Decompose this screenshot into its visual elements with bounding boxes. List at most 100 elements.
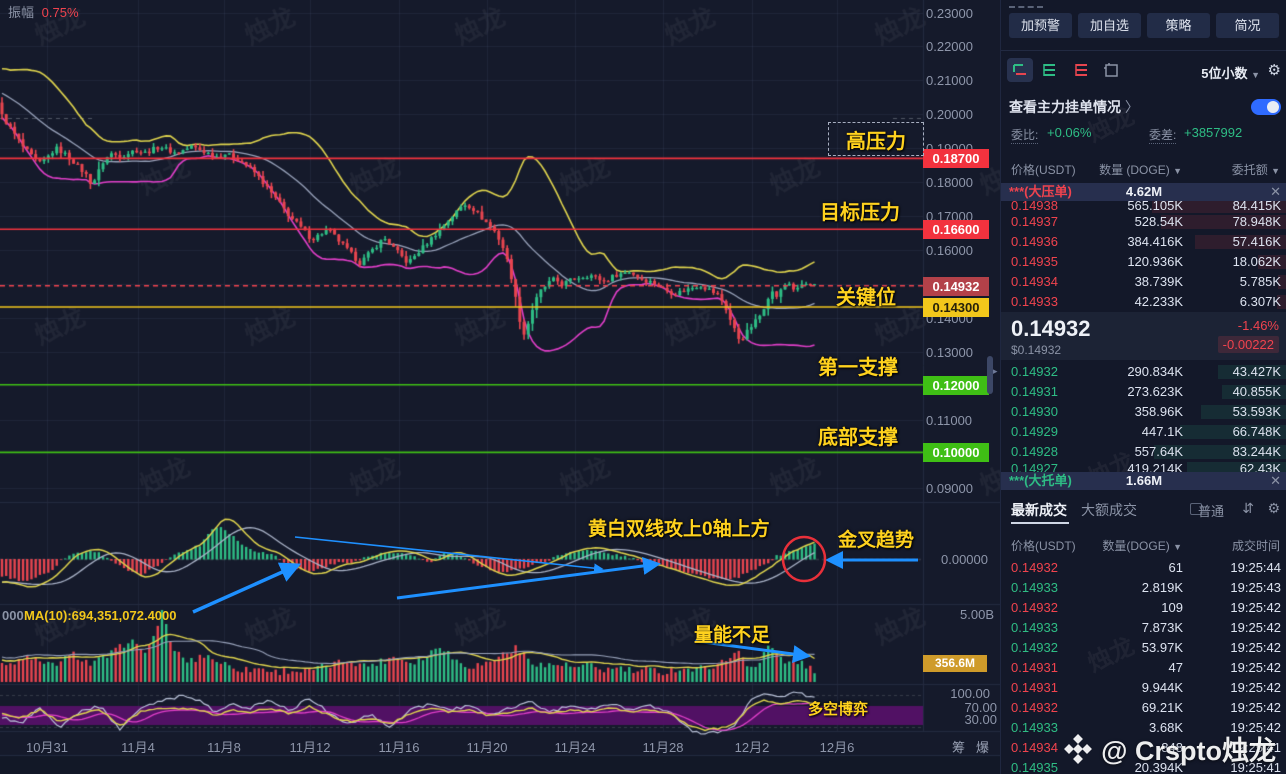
order-book-row[interactable]: 0.14936 384.416K 57.416K — [1001, 232, 1286, 252]
book-mode-buy-icon[interactable] — [1042, 62, 1058, 78]
chevron-right-icon: 〉 — [1121, 99, 1139, 115]
axis-scroll-arrow-icon[interactable]: ▸ — [993, 366, 998, 377]
normal-checkbox-label: 普通 — [1197, 504, 1224, 519]
panel-button-3[interactable]: 策略 — [1147, 13, 1210, 38]
book-mode-sell-icon[interactable] — [1074, 62, 1090, 78]
gear-icon[interactable]: ⚙ — [1268, 61, 1281, 79]
volume-axis-badge: 356.6M — [923, 655, 987, 672]
book-price: 0.14935 — [1011, 254, 1058, 269]
main-orders-toggle[interactable] — [1251, 99, 1281, 115]
order-book-row[interactable]: 0.14935 120.936K 18.062K — [1001, 252, 1286, 272]
panel-button-1[interactable]: 加预警 — [1009, 13, 1072, 38]
annotation-text: 关键位 — [836, 287, 896, 309]
gear-icon[interactable]: ⚙ — [1267, 500, 1280, 517]
last-price-block: 0.14932 $0.14932 -1.46% -0.00222 — [1001, 312, 1286, 360]
book-amount: 6.307K — [1239, 294, 1281, 309]
trade-row[interactable]: 0.14933 7.873K 19:25:42 — [1001, 618, 1286, 638]
book-header-qty[interactable]: 数量 (DOGE) ▼ — [1099, 161, 1182, 178]
trade-time: 19:25:42 — [1230, 600, 1281, 615]
close-icon[interactable]: ✕ — [1270, 472, 1281, 490]
trade-price: 0.14933 — [1011, 580, 1058, 595]
trade-time: 19:25:42 — [1230, 640, 1281, 655]
level-badge: 0.18700 — [923, 149, 989, 168]
high-pressure-label: 高压力 — [846, 130, 906, 153]
last-price-usd: $0.14932 — [1011, 343, 1062, 357]
truncated-row-dashes — [1009, 6, 1043, 8]
trade-time: 19:25:42 — [1230, 620, 1281, 635]
add-panel-icon[interactable] — [1103, 62, 1119, 78]
trade-price: 0.14932 — [1011, 600, 1058, 615]
date-axis-tick: 12月6 — [819, 740, 855, 755]
change-value: -0.00222 — [1217, 336, 1279, 353]
order-book-row[interactable]: 0.14933 42.233K 6.307K — [1001, 292, 1286, 312]
book-amount: 66.748K — [1232, 424, 1281, 439]
trade-row[interactable]: 0.14933 2.819K 19:25:43 — [1001, 578, 1286, 598]
panel-button-4[interactable]: 简况 — [1216, 13, 1279, 38]
price-axis-tick: 0.20000 — [926, 107, 973, 122]
trade-row[interactable]: 0.14932 61 19:25:44 — [1001, 558, 1286, 578]
annotation-text: 底部支撑 — [818, 427, 898, 449]
annotation-text: 目标压力 — [820, 202, 900, 224]
trade-row[interactable]: 0.14932 53.97K 19:25:42 — [1001, 638, 1286, 658]
volume-ma-label: MA(10):694,351,072.4000 — [24, 608, 177, 623]
amplitude-value: 0.75% — [41, 5, 79, 20]
last-price: 0.14932 — [1011, 316, 1091, 341]
trade-qty: 47 — [1168, 660, 1183, 675]
book-amount: 40.855K — [1232, 384, 1281, 399]
book-qty: 528.54K — [1134, 214, 1183, 229]
order-book-row[interactable]: 0.14937 528.54K 78.948K — [1001, 212, 1286, 232]
book-price: 0.14929 — [1011, 424, 1058, 439]
book-header-amount[interactable]: 委托额 ▼ — [1232, 161, 1280, 178]
book-price: 0.14931 — [1011, 384, 1058, 399]
big-sell-order-banner: ***(大压单) 4.62M ✕ — [1001, 183, 1286, 201]
book-amount: 53.593K — [1232, 404, 1281, 419]
order-book-row[interactable]: 0.14929 447.1K 66.748K — [1001, 422, 1286, 442]
book-amount: 5.785K — [1239, 274, 1281, 289]
main-orders-link[interactable]: 查看主力挂单情况 〉 — [1009, 97, 1139, 117]
trade-qty: 53.97K — [1141, 640, 1183, 655]
tab-large-trades[interactable]: 大额成交 — [1081, 500, 1137, 520]
trade-header-qty[interactable]: 数量(DOGE) ▼ — [1102, 537, 1182, 554]
sort-icon[interactable]: ⇵ — [1242, 500, 1254, 517]
amplitude-label: 振幅 — [8, 5, 35, 20]
order-book-row[interactable]: 0.14934 38.739K 5.785K — [1001, 272, 1286, 292]
trade-time: 19:25:43 — [1230, 580, 1281, 595]
book-mode-split-icon[interactable] — [1012, 62, 1028, 78]
order-book-row[interactable]: 0.14931 273.623K 40.855K — [1001, 382, 1286, 402]
annotation-text: 第一支撑 — [818, 357, 898, 379]
price-axis-tick: 0.09000 — [926, 481, 973, 496]
trade-row[interactable]: 0.14931 9.944K 19:25:42 — [1001, 678, 1286, 698]
trade-row[interactable]: 0.14932 109 19:25:42 — [1001, 598, 1286, 618]
indicator-axis-label: 100.00 — [950, 686, 990, 701]
level-badge: 0.14300 — [923, 298, 989, 317]
trade-qty: 109 — [1161, 600, 1183, 615]
level-badge: 0.10000 — [923, 443, 989, 462]
date-axis-tick: 11月12 — [289, 740, 331, 755]
book-qty: 290.834K — [1127, 364, 1183, 379]
main-chart-canvas[interactable] — [0, 0, 1000, 774]
chip-button-筹[interactable]: 筹 — [952, 737, 965, 756]
chip-button-爆[interactable]: 爆 — [976, 737, 989, 756]
order-book-row[interactable]: 0.14932 290.834K 43.427K — [1001, 362, 1286, 382]
trade-price: 0.14932 — [1011, 560, 1058, 575]
trade-row[interactable]: 0.14931 47 19:25:42 — [1001, 658, 1286, 678]
book-qty: 358.96K — [1134, 404, 1183, 419]
high-pressure-box: 高压力 — [828, 122, 924, 156]
trade-qty: 61 — [1168, 560, 1183, 575]
big-buy-order-value: 1.66M — [1125, 473, 1163, 488]
close-icon[interactable]: ✕ — [1270, 183, 1281, 201]
book-price: 0.14934 — [1011, 274, 1058, 289]
book-price: 0.14936 — [1011, 234, 1058, 249]
price-axis-tick: 0.11000 — [926, 413, 973, 428]
decimal-precision-select[interactable]: 5位小数 ▼ — [1201, 63, 1260, 82]
book-qty: 273.623K — [1127, 384, 1183, 399]
date-axis-tick: 11月24 — [554, 740, 596, 755]
order-book-row[interactable]: 0.14930 358.96K 53.593K — [1001, 402, 1286, 422]
tab-latest-trades[interactable]: 最新成交 — [1011, 500, 1067, 520]
toggle-knob — [1267, 101, 1279, 113]
panel-button-2[interactable]: 加自选 — [1078, 13, 1141, 38]
trade-price: 0.14933 — [1011, 620, 1058, 635]
book-qty: 447.1K — [1141, 424, 1183, 439]
book-qty: 384.416K — [1127, 234, 1183, 249]
trade-row[interactable]: 0.14932 69.21K 19:25:42 — [1001, 698, 1286, 718]
